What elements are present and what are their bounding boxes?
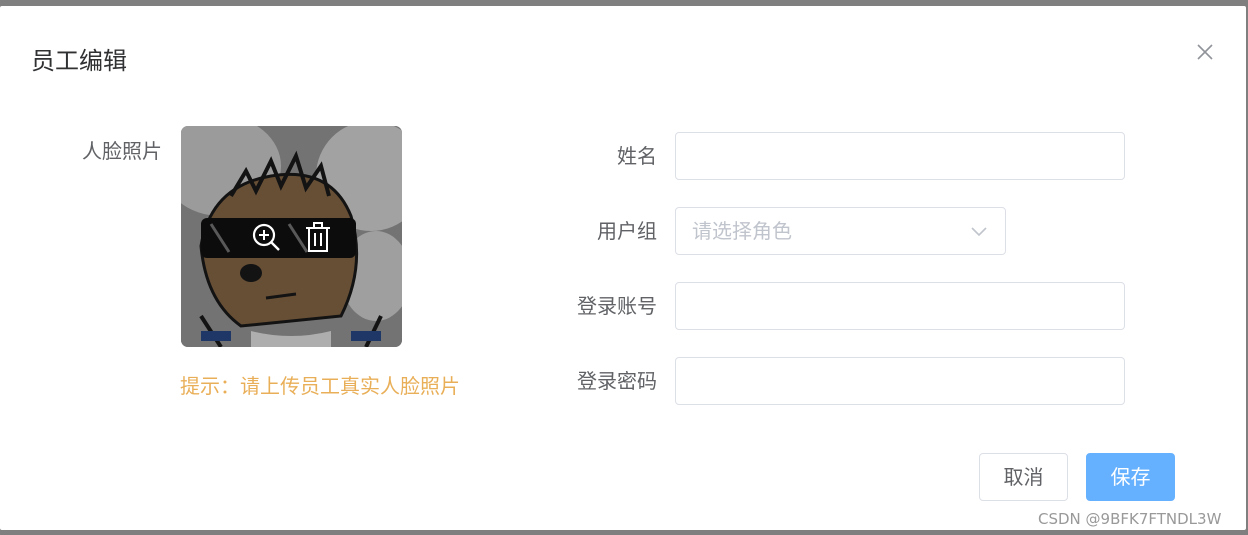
close-icon[interactable]	[1193, 40, 1217, 64]
cancel-button[interactable]: 取消	[979, 453, 1068, 501]
name-label: 姓名	[617, 144, 657, 168]
delete-icon[interactable]	[301, 220, 335, 254]
photo-hover-overlay	[181, 126, 402, 347]
user-group-placeholder: 请选择角色	[692, 219, 792, 243]
login-password-input[interactable]	[675, 357, 1125, 405]
login-password-label: 登录密码	[577, 369, 657, 393]
chevron-down-icon	[971, 224, 987, 240]
login-account-label: 登录账号	[577, 294, 657, 318]
user-group-select[interactable]: 请选择角色	[675, 207, 1006, 255]
watermark: CSDN @9BFK7FTNDL3W	[1038, 510, 1222, 528]
photo-hint: 提示：请上传员工真实人脸照片	[180, 374, 460, 398]
dialog-title: 员工编辑	[31, 47, 127, 75]
save-button[interactable]: 保存	[1086, 453, 1175, 501]
zoom-in-icon[interactable]	[249, 220, 283, 254]
face-photo-thumbnail[interactable]	[181, 126, 402, 347]
user-group-label: 用户组	[597, 219, 657, 243]
login-account-input[interactable]	[675, 282, 1125, 330]
name-input[interactable]	[675, 132, 1125, 180]
photo-label: 人脸照片	[82, 139, 162, 163]
